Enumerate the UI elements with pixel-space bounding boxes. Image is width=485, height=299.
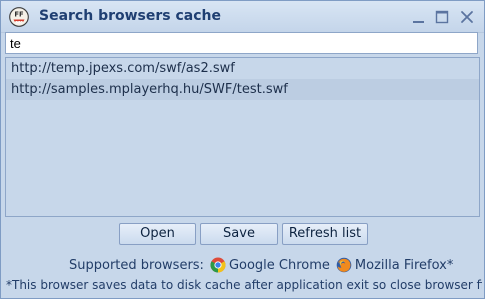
open-button[interactable]: Open [119, 223, 196, 245]
chrome-label: Google Chrome [228, 257, 330, 273]
results-list[interactable]: http://temp.jpexs.com/swf/as2.swf http:/… [5, 57, 480, 217]
minimize-button[interactable] [410, 8, 428, 26]
app-icon: FF DEC [9, 7, 29, 27]
firefox-icon [336, 257, 352, 273]
save-button[interactable]: Save [200, 223, 278, 245]
window-title: Search browsers cache [39, 8, 221, 24]
search-browsers-cache-window: FF DEC Search browsers cache http://temp… [0, 0, 485, 299]
firefox-label: Mozilla Firefox* [354, 257, 454, 273]
maximize-icon [435, 10, 449, 24]
cache-note: *This browser saves data to disk cache a… [6, 278, 482, 292]
search-input[interactable] [5, 32, 478, 54]
chrome-icon [210, 257, 226, 273]
supported-browsers-row: Supported browsers: Google Chrome Mozill… [69, 253, 479, 277]
refresh-list-button[interactable]: Refresh list [282, 223, 368, 245]
supported-browsers-label: Supported browsers: [69, 257, 204, 273]
minimize-icon [413, 21, 424, 23]
list-item[interactable]: http://temp.jpexs.com/swf/as2.swf [6, 58, 479, 79]
list-item[interactable]: http://samples.mplayerhq.hu/SWF/test.swf [6, 79, 479, 100]
close-button[interactable] [458, 8, 476, 26]
close-icon [461, 11, 473, 23]
app-icon-subtext: DEC [16, 21, 24, 25]
maximize-button[interactable] [433, 8, 451, 26]
app-icon-text: FF [14, 10, 24, 18]
title-bar[interactable]: FF DEC Search browsers cache [1, 1, 484, 33]
